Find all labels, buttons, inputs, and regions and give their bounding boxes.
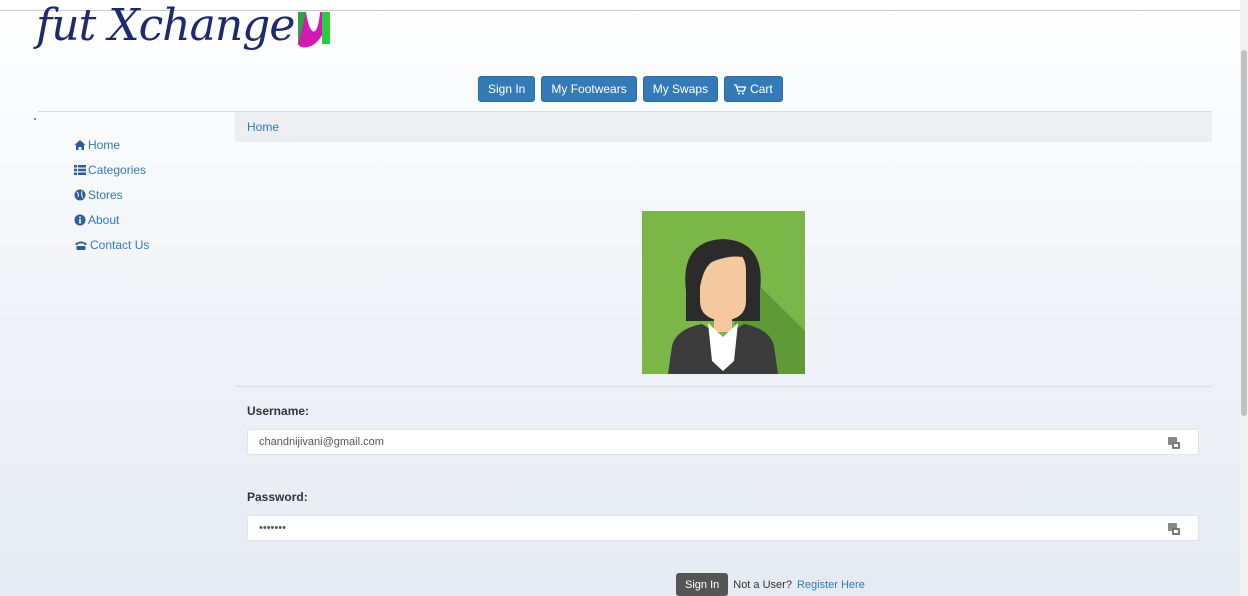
phone-icon [75,241,87,250]
brand-logo[interactable]: fut Xchange [36,0,336,58]
username-label: Username: [247,404,310,418]
scrollbar-thumb[interactable] [1241,50,1247,416]
logo-text: fut Xchange [36,0,295,51]
register-link[interactable]: Register Here [797,579,865,591]
username-field-wrapper [247,429,1199,455]
password-field-wrapper [247,515,1199,541]
nav-my-swaps-button[interactable]: My Swaps [642,76,719,102]
sidebar-item-about[interactable]: About [74,207,149,232]
globe-icon [74,189,86,200]
logo-mark-icon [298,12,331,48]
breadcrumb: Home [235,112,1212,142]
user-avatar [642,211,805,374]
sidebar-item-home[interactable]: Home [74,132,149,157]
sidebar: Home Categories Stores About Contact Us [74,132,149,257]
top-nav: Sign In My Footwears My Swaps Cart [478,76,783,102]
signin-row: Sign In Not a User? Register Here [676,573,865,596]
sidebar-item-categories[interactable]: Categories [74,157,149,182]
breadcrumb-home-link[interactable]: Home [247,120,279,134]
not-a-user-text: Not a User? [733,578,792,591]
content-divider [235,386,1212,387]
page-scrollbar[interactable] [1240,0,1248,596]
autofill-key-icon[interactable] [1168,437,1180,449]
sidebar-item-stores[interactable]: Stores [74,182,149,207]
nav-my-footwears-button[interactable]: My Footwears [541,76,637,102]
nav-sign-in-button[interactable]: Sign In [478,76,536,102]
sign-in-submit-button[interactable]: Sign In [676,573,729,596]
password-label: Password: [247,490,308,504]
password-input[interactable] [259,522,1187,534]
info-icon [74,214,86,225]
username-input[interactable] [259,436,1187,448]
nav-cart-button[interactable]: Cart [724,76,783,102]
sidebar-item-contact-us[interactable]: Contact Us [74,232,149,257]
cart-icon [734,83,747,94]
list-icon [74,164,86,175]
dot-marker [34,118,36,120]
autofill-key-icon[interactable] [1168,523,1180,535]
home-icon [74,139,86,150]
